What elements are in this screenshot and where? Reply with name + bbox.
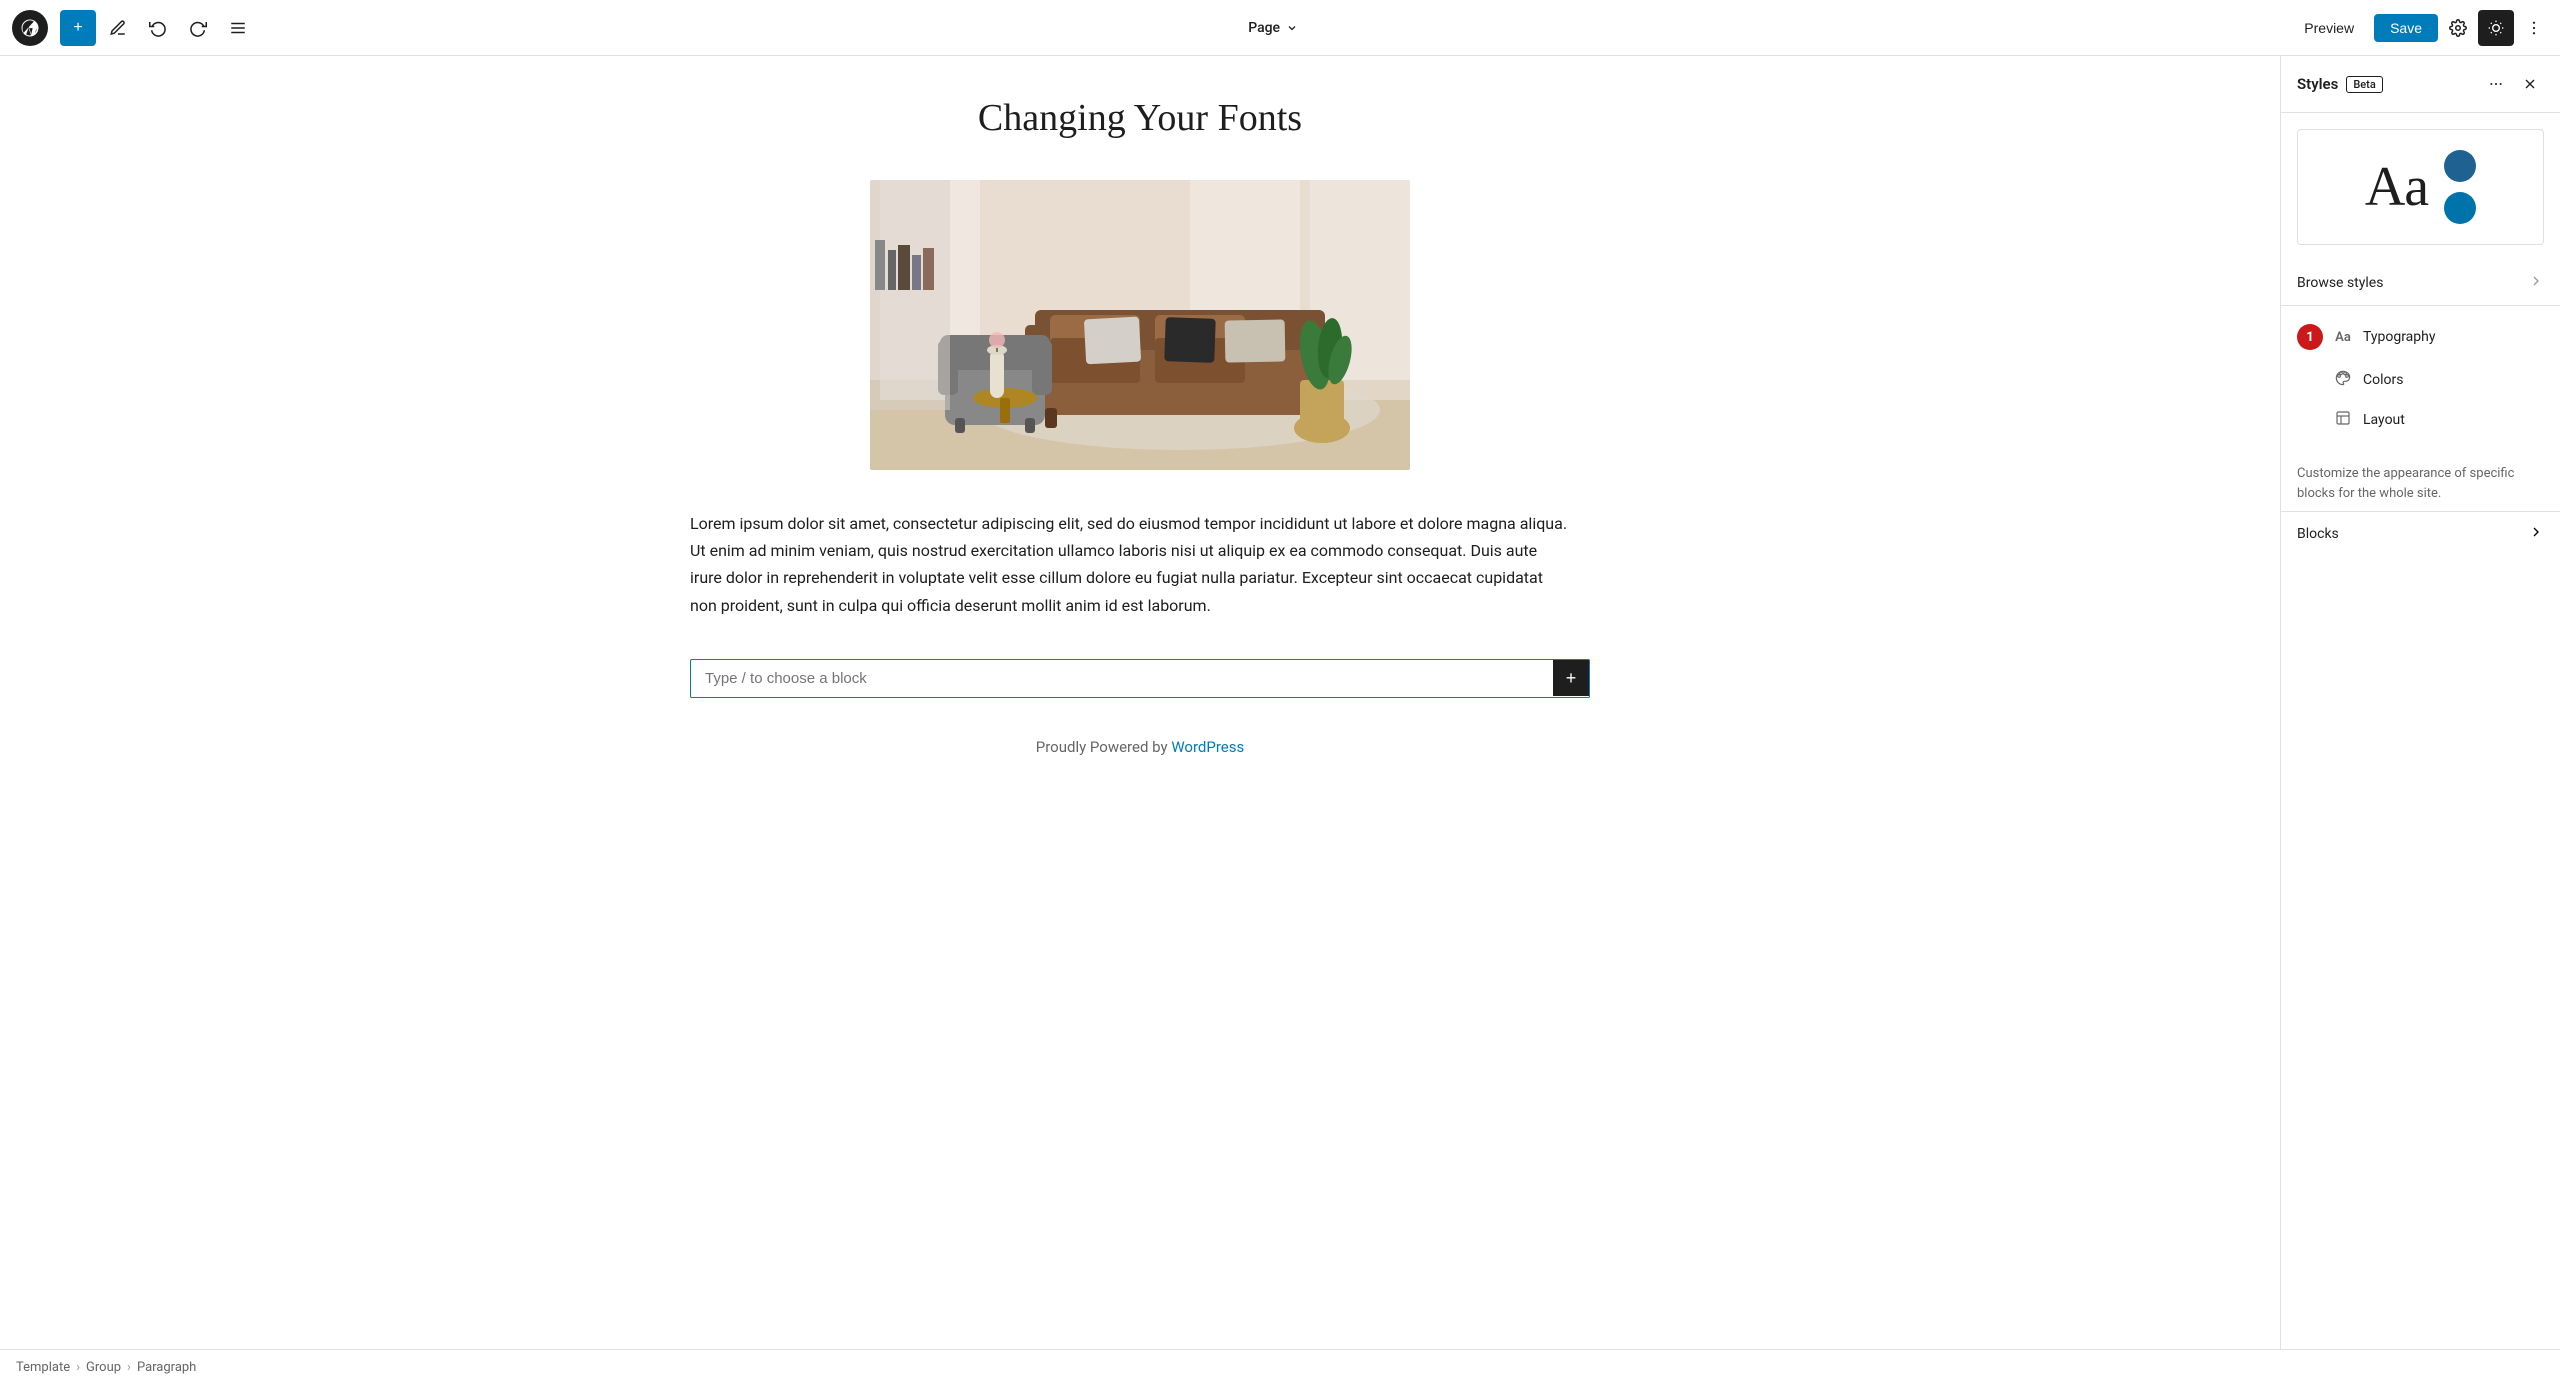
style-circle-1 <box>2444 150 2476 182</box>
post-title[interactable]: Changing Your Fonts <box>690 96 1590 140</box>
blocks-item[interactable]: Blocks <box>2281 511 2560 556</box>
page-label-text: Page <box>1248 20 1280 36</box>
browse-styles-label: Browse styles <box>2297 275 2383 291</box>
list-view-button[interactable] <box>220 10 256 46</box>
colors-item[interactable]: Colors <box>2281 360 2560 400</box>
undo-button[interactable] <box>140 10 176 46</box>
block-input-add-button[interactable]: + <box>1553 660 1589 696</box>
post-image <box>870 180 1410 470</box>
settings-button[interactable] <box>2444 14 2472 42</box>
editor-content: Changing Your Fonts <box>690 96 1590 756</box>
breadcrumb-paragraph[interactable]: Paragraph <box>137 1360 196 1375</box>
sidebar-more-button[interactable] <box>2482 70 2510 98</box>
toolbar-right: Preview Save <box>2290 10 2548 46</box>
toolbar: + Page Preview Save <box>0 0 2560 56</box>
breadcrumb-sep-2: › <box>127 1360 131 1375</box>
wp-logo <box>12 10 48 46</box>
page-dropdown[interactable]: Page <box>1238 14 1308 42</box>
blocks-chevron-icon <box>2528 524 2544 544</box>
breadcrumb-group[interactable]: Group <box>86 1360 121 1375</box>
sidebar-close-button[interactable] <box>2516 70 2544 98</box>
browse-styles-item[interactable]: Browse styles <box>2281 261 2560 306</box>
typography-label: Typography <box>2363 329 2435 345</box>
colors-icon <box>2333 370 2353 390</box>
blocks-label: Blocks <box>2297 526 2339 542</box>
block-input-row: + <box>690 659 1590 698</box>
preview-button[interactable]: Preview <box>2290 14 2368 42</box>
pen-tool-button[interactable] <box>100 10 136 46</box>
footer-link[interactable]: WordPress <box>1171 738 1244 756</box>
beta-badge: Beta <box>2346 76 2382 93</box>
block-type-input[interactable] <box>691 660 1553 697</box>
step-indicator: 1 <box>2297 324 2323 350</box>
post-body-text: Lorem ipsum dolor sit amet, consectetur … <box>690 510 1570 619</box>
layout-item[interactable]: Layout <box>2281 400 2560 440</box>
sidebar-header-right <box>2482 70 2544 98</box>
style-circle-2 <box>2444 192 2476 224</box>
style-preview: Aa <box>2297 129 2544 245</box>
typography-item[interactable]: 1 Aa Typography <box>2281 314 2560 360</box>
more-options-button[interactable] <box>2520 14 2548 42</box>
sidebar-title: Styles <box>2297 75 2338 93</box>
save-button[interactable]: Save <box>2374 14 2438 42</box>
redo-button[interactable] <box>180 10 216 46</box>
browse-styles-chevron-icon <box>2528 273 2544 293</box>
styles-sidebar: Styles Beta Aa Browse styles <box>2280 56 2560 1349</box>
footer-text: Proudly Powered by WordPress <box>690 738 1590 756</box>
page-label-center: Page <box>260 14 2286 42</box>
main-layout: Changing Your Fonts <box>0 56 2560 1349</box>
menu-section: 1 Aa Typography Colors Layout <box>2281 306 2560 448</box>
breadcrumb-sep-1: › <box>76 1360 80 1375</box>
add-block-button[interactable]: + <box>60 10 96 46</box>
typography-icon: Aa <box>2333 330 2353 345</box>
breadcrumb-bar: Template › Group › Paragraph <box>0 1349 2560 1385</box>
sidebar-header: Styles Beta <box>2281 56 2560 113</box>
editor-area: Changing Your Fonts <box>0 56 2280 1349</box>
colors-label: Colors <box>2363 372 2403 388</box>
footer-static-text: Proudly Powered by <box>1036 738 1168 756</box>
style-preview-text: Aa <box>2365 155 2428 219</box>
sidebar-header-left: Styles Beta <box>2297 75 2383 93</box>
style-preview-circles <box>2444 150 2476 224</box>
breadcrumb-template[interactable]: Template <box>16 1360 70 1375</box>
layout-icon <box>2333 410 2353 430</box>
sidebar-description: Customize the appearance of specific blo… <box>2281 448 2560 511</box>
theme-toggle-button[interactable] <box>2478 10 2514 46</box>
layout-label: Layout <box>2363 412 2405 428</box>
